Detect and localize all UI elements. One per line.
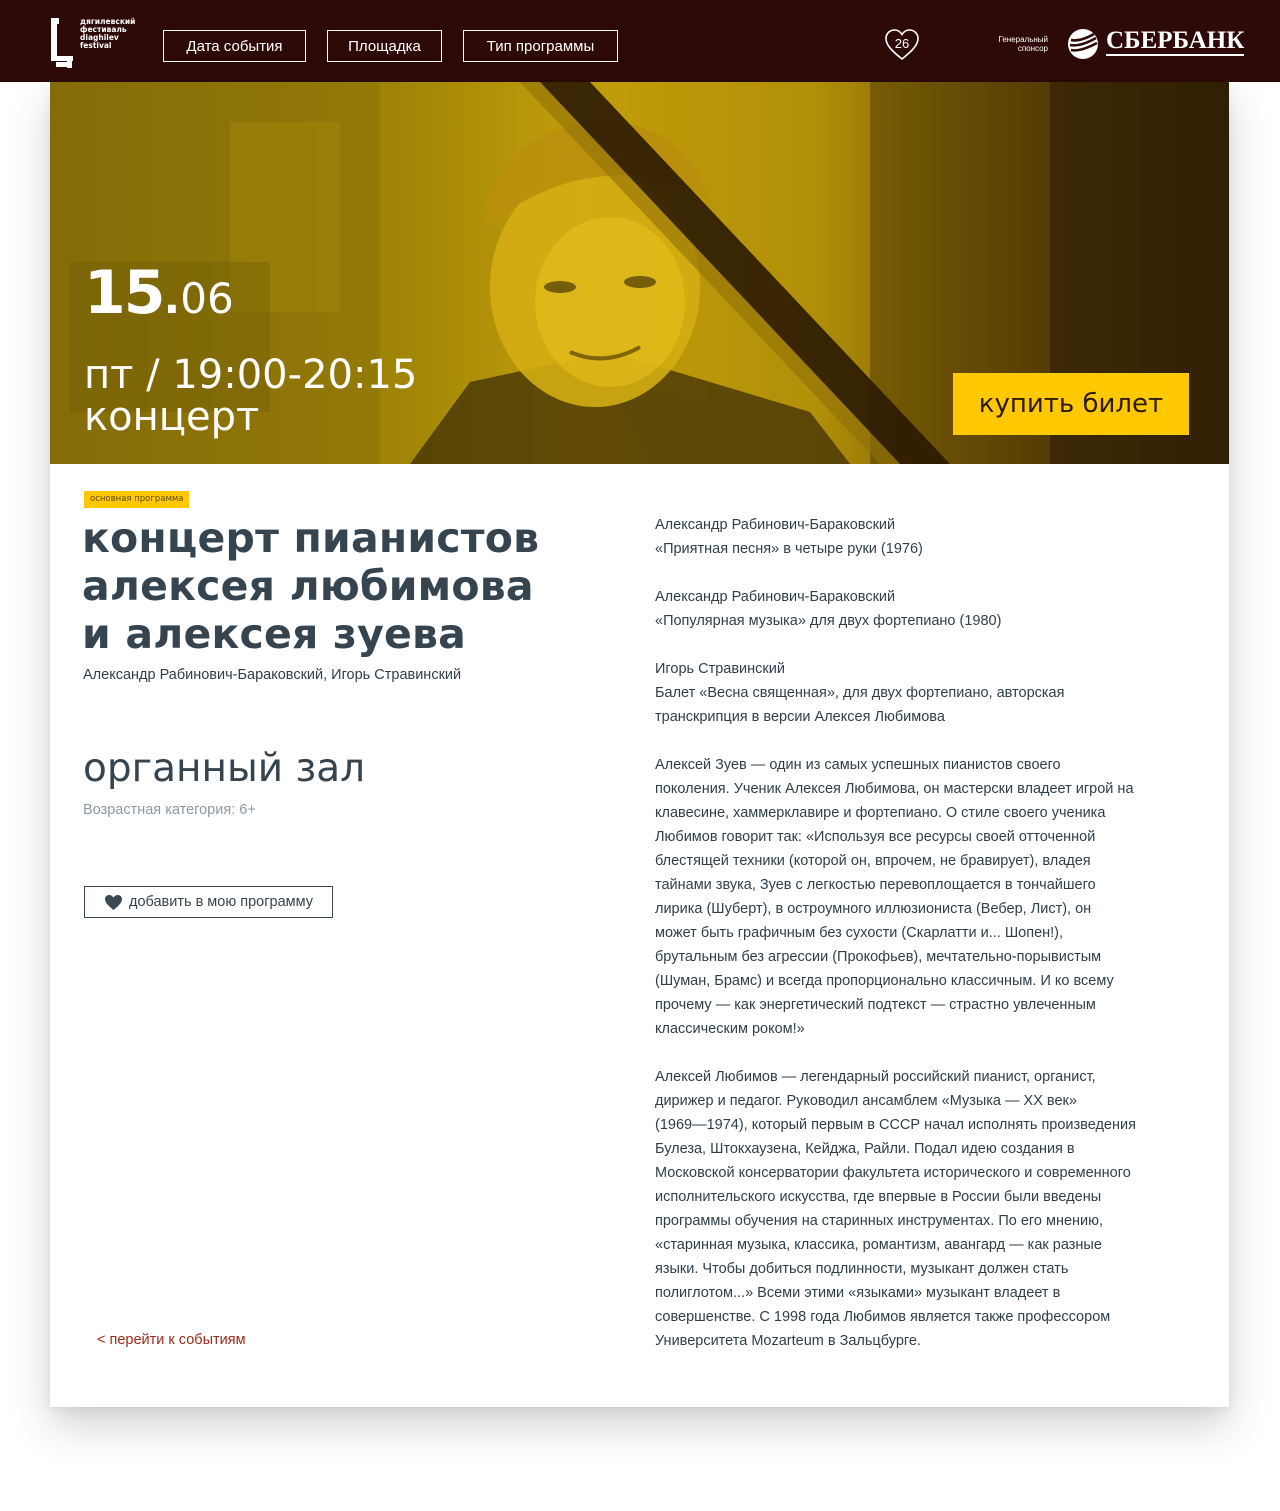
description-line: классическим роком!»	[655, 1021, 805, 1037]
description-line: совершенстве. С 1998 года Любимов являет…	[655, 1309, 1111, 1325]
event-title: концерт пианистов алексея любимова и але…	[82, 514, 552, 658]
description-line: Александр Рабинович-Бараковский	[655, 589, 896, 605]
description-line: программы обучения на старинных инструме…	[655, 1213, 1104, 1229]
description-line: Университета Mozarteum в Зальцбурге.	[655, 1333, 921, 1349]
description-line: полиглотом...» Всеми этими «языками» муз…	[655, 1285, 1061, 1301]
back-to-events-link[interactable]: < перейти к событиям	[97, 1332, 246, 1348]
program-piece: Александр Рабинович-Бараковский «Приятна…	[655, 513, 1190, 561]
event-title-line: концерт пианистов	[82, 514, 540, 562]
description-line: Алексей Любимов — легендарный российский…	[655, 1069, 1096, 1085]
description-line: Игорь Стравинский	[655, 661, 785, 677]
description-line: «Популярная музыка» для двух фортепиано …	[655, 613, 1002, 629]
description-line: тайнами звука, Зуев с легкостью перевопл…	[655, 877, 1096, 893]
event-day: 15	[84, 258, 165, 328]
sponsor-label-line: Генеральный	[998, 35, 1048, 44]
event-date: 15.06	[84, 258, 234, 328]
performer-bio-lubimov: Алексей Любимов — легендарный российский…	[655, 1065, 1190, 1353]
description-line: клавесине, хаммерклавире и фортепиано. О…	[655, 805, 1106, 821]
buy-ticket-button[interactable]: купить билет	[953, 373, 1189, 435]
sberbank-logo-icon[interactable]	[1066, 28, 1100, 60]
description-line: брутальным без агрессии (Прокофьев), меч…	[655, 949, 1102, 965]
filter-venue-button[interactable]: Площадка	[327, 30, 442, 62]
event-type: концерт	[84, 394, 260, 440]
description-line: (1969—1974), который первым в СССР начал…	[655, 1117, 1136, 1133]
description-line: блестящей техники (которой он, впрочем, …	[655, 853, 1091, 869]
event-composers: Александр Рабинович-Бараковский, Игорь С…	[83, 667, 462, 683]
performer-bio-zuev: Алексей Зуев — один из самых успешных пи…	[655, 753, 1190, 1041]
logo-line: festival	[80, 41, 112, 50]
description-line: исполнительского искусства, где впервые …	[655, 1189, 1102, 1205]
description-line: поколения. Ученик Алексея Любимова, он м…	[655, 781, 1134, 797]
event-description: Александр Рабинович-Бараковский «Приятна…	[655, 513, 1190, 1377]
heart-icon	[104, 894, 122, 910]
add-to-my-program-label: добавить в мою программу	[128, 894, 313, 910]
filter-program-type-button[interactable]: Тип программы	[463, 30, 618, 62]
description-line: Алексей Зуев — один из самых успешных пи…	[655, 757, 1061, 773]
site-header: дягилевский фестиваль diaghilev festival…	[0, 0, 1280, 82]
event-venue[interactable]: органный зал	[83, 746, 365, 791]
description-line: транскрипция в версии Алексея Любимова	[655, 709, 945, 725]
logo-text: дягилевский фестиваль diaghilev festival	[80, 18, 150, 50]
program-piece: Игорь Стравинский Балет «Весна священная…	[655, 657, 1190, 729]
description-line: Любимов говорит так: «Используя все ресу…	[655, 829, 1096, 845]
description-line: лирика (Шуберт), в остроумного иллюзиони…	[655, 901, 1092, 917]
description-line: «Приятная песня» в четыре руки (1976)	[655, 541, 923, 557]
sponsor-label: Генеральный спонсор	[990, 35, 1048, 53]
description-line: языки. Чтобы добиться подлинности, музык…	[655, 1261, 1069, 1277]
event-time: пт / 19:00-20:15	[84, 352, 418, 398]
program-tag-badge: основная программа	[84, 491, 190, 508]
age-rating: Возрастная категория: 6+	[83, 802, 256, 818]
sponsor-name[interactable]: СБЕРБАНК	[1106, 28, 1245, 56]
description-line: может быть графичным без сухости (Скарла…	[655, 925, 1064, 941]
description-line: дирижер и педагог. Руководил ансамблем «…	[655, 1093, 1077, 1109]
program-piece: Александр Рабинович-Бараковский «Популяр…	[655, 585, 1190, 633]
add-to-my-program-button[interactable]: добавить в мою программу	[84, 886, 333, 918]
favorites-count: 26	[894, 36, 910, 51]
event-hero: 15.06 пт / 19:00-20:15 концерт купить би…	[50, 82, 1229, 464]
logo-mark-icon	[51, 18, 73, 68]
description-line: (Шуман, Брамс) и всегда пропорционально …	[655, 973, 1114, 989]
description-line: Балет «Весна священная», для двух фортеп…	[655, 685, 1065, 701]
sponsor-label-line: спонсор	[1017, 44, 1048, 53]
event-title-line: алексея любимова	[82, 562, 534, 610]
event-title-line: и алексея зуева	[82, 610, 467, 658]
date-separator: .	[163, 273, 181, 324]
description-line: прочему — как энергетический подтекст — …	[655, 997, 1096, 1013]
event-card: 15.06 пт / 19:00-20:15 концерт купить би…	[50, 82, 1229, 1407]
filter-date-button[interactable]: Дата события	[163, 30, 306, 62]
description-line: Московской консерватории факультета исто…	[655, 1165, 1131, 1181]
description-line: Александр Рабинович-Бараковский	[655, 517, 896, 533]
festival-logo[interactable]: дягилевский фестиваль diaghilev festival	[48, 16, 148, 68]
event-month: 06	[180, 274, 234, 323]
description-line: Булеза, Штокхаузена, Кейджа, Райли. Пода…	[655, 1141, 1075, 1157]
description-line: «старинная музыка, классика, романтизм, …	[655, 1237, 1102, 1253]
